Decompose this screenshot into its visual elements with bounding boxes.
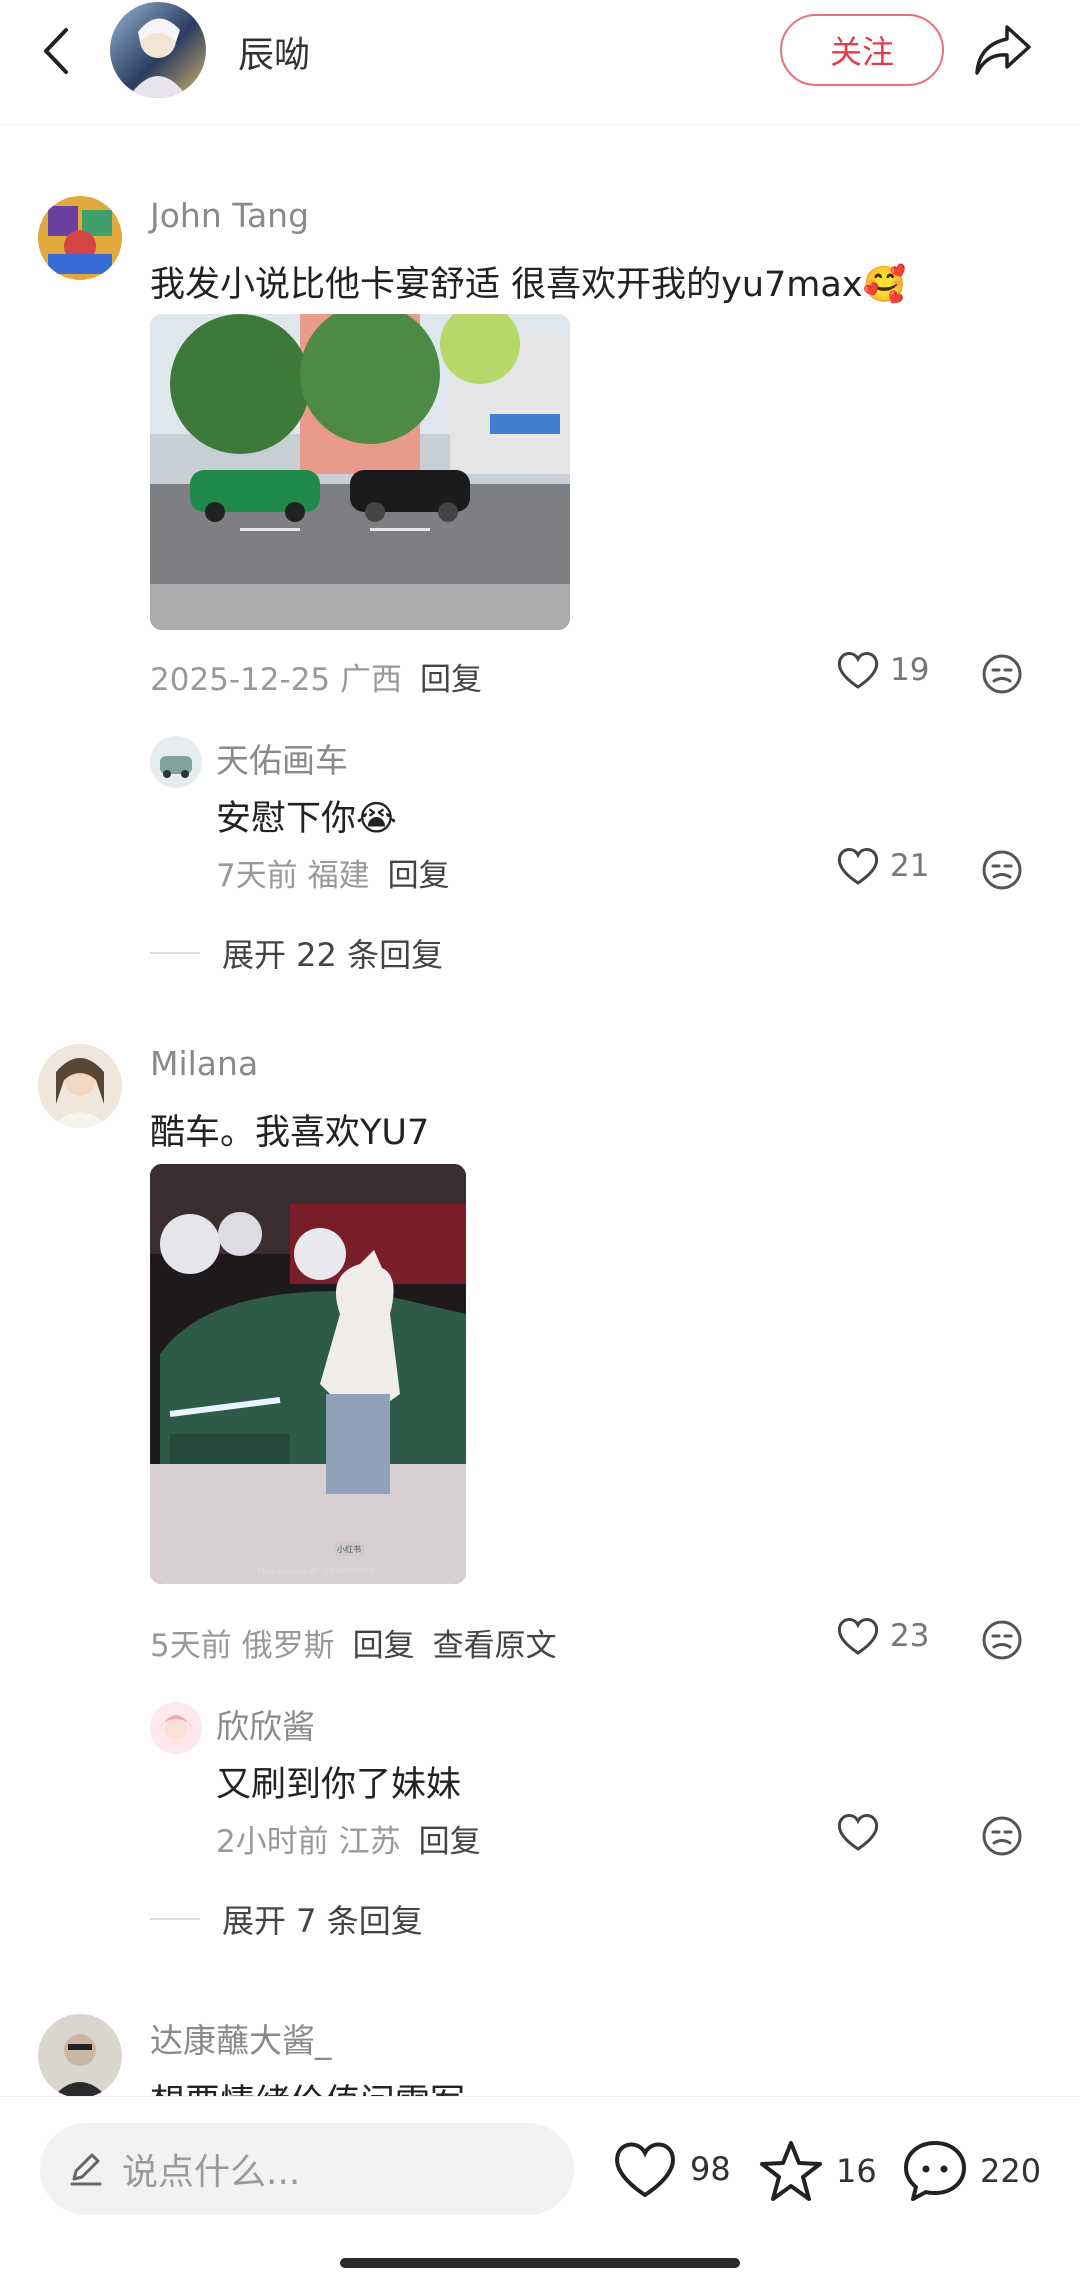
commenter-avatar[interactable] xyxy=(38,1044,122,1128)
comment-text[interactable]: 酷车。我喜欢YU7 xyxy=(150,1104,429,1155)
input-placeholder: 说点什么... xyxy=(122,2152,301,2193)
like-button[interactable] xyxy=(836,1812,890,1852)
comment-meta: 5天前 俄罗斯 回复 查看原文 xyxy=(150,1620,557,1665)
comment-input[interactable]: 说点什么... xyxy=(40,2123,574,2215)
top-bar: 辰呦 关注 xyxy=(0,0,1080,125)
reply-author[interactable]: 天佑画车 xyxy=(216,734,348,782)
heart-icon xyxy=(837,848,879,885)
author-name[interactable]: 辰呦 xyxy=(238,26,310,78)
reply-author[interactable]: 欣欣酱 xyxy=(216,1700,315,1748)
comment-image[interactable] xyxy=(150,314,570,630)
favorite-total: 16 xyxy=(836,2152,877,2190)
comment-total: 220 xyxy=(980,2152,1042,2190)
heart-icon xyxy=(615,2142,675,2198)
comment-bubble-icon xyxy=(904,2141,966,2201)
comment-date: 5天前 xyxy=(150,1628,232,1664)
image-id: Moe redsate ID: 3304905567 xyxy=(258,1567,375,1576)
dislike-face-icon[interactable] xyxy=(980,652,1024,696)
favorite-action[interactable]: 16 xyxy=(758,2139,877,2203)
reply-button[interactable]: 回复 xyxy=(388,858,450,894)
image-watermark: 小红书 xyxy=(337,1544,361,1554)
like-button[interactable]: 21 xyxy=(836,846,929,886)
reply-button[interactable]: 回复 xyxy=(419,1824,481,1860)
heart-icon xyxy=(837,1618,879,1655)
reply-time: 7天前 xyxy=(216,858,298,894)
follow-button[interactable]: 关注 xyxy=(780,14,944,86)
reply-meta: 2小时前 江苏 回复 xyxy=(216,1816,481,1861)
reply-button[interactable]: 回复 xyxy=(420,662,482,698)
star-icon xyxy=(760,2141,822,2201)
comment-location: 俄罗斯 xyxy=(241,1628,335,1664)
heart-icon xyxy=(837,1814,879,1851)
reply-location: 福建 xyxy=(307,858,370,894)
home-indicator xyxy=(340,2258,740,2268)
author-avatar[interactable] xyxy=(110,2,206,98)
emoji: 😭 xyxy=(356,799,397,839)
comment-image[interactable]: 小红书 Moe redsate ID: 3304905567 xyxy=(150,1164,466,1584)
emoji: 🥰 xyxy=(862,265,907,305)
comment-location: 广西 xyxy=(340,662,403,698)
reply-button[interactable]: 回复 xyxy=(353,1628,415,1664)
pencil-icon xyxy=(70,2153,102,2186)
commenter-name[interactable]: 达康蘸大酱_ xyxy=(150,2014,332,2062)
like-count: 21 xyxy=(890,848,930,884)
heart-icon xyxy=(837,652,879,689)
like-count: 23 xyxy=(890,1618,930,1654)
back-button[interactable] xyxy=(30,26,80,76)
reply-meta: 7天前 福建 回复 xyxy=(216,850,450,895)
dislike-face-icon[interactable] xyxy=(980,1618,1024,1662)
dislike-face-icon[interactable] xyxy=(980,1814,1024,1858)
commenter-avatar[interactable] xyxy=(38,2014,122,2098)
commenter-avatar[interactable] xyxy=(38,196,122,280)
reply-avatar[interactable] xyxy=(150,736,202,788)
reply-text[interactable]: 又刷到你了妹妹 xyxy=(216,1756,461,1807)
reply-time: 2小时前 xyxy=(216,1824,329,1860)
comment-meta: 2025-12-25 广西 回复 xyxy=(150,654,482,699)
reply-location: 江苏 xyxy=(338,1824,401,1860)
dislike-face-icon[interactable] xyxy=(980,848,1024,892)
divider xyxy=(150,952,200,954)
expand-replies-button[interactable]: 展开 22 条回复 xyxy=(150,930,443,976)
view-original-button[interactable]: 查看原文 xyxy=(433,1628,557,1664)
commenter-name[interactable]: John Tang xyxy=(150,196,309,235)
share-icon xyxy=(975,25,1031,75)
share-button[interactable] xyxy=(970,20,1036,80)
chevron-left-icon xyxy=(44,28,68,74)
comment-action[interactable]: 220 xyxy=(902,2139,1041,2203)
like-total: 98 xyxy=(690,2150,731,2188)
comment-text[interactable]: 我发小说比他卡宴舒适 很喜欢开我的yu7max🥰 xyxy=(150,256,906,307)
reply-text[interactable]: 安慰下你😭 xyxy=(216,790,397,841)
expand-replies-button[interactable]: 展开 7 条回复 xyxy=(150,1896,423,1942)
divider xyxy=(150,1918,200,1920)
like-button[interactable]: 23 xyxy=(836,1616,929,1656)
commenter-name[interactable]: Milana xyxy=(150,1044,258,1083)
comment-date: 2025-12-25 xyxy=(150,662,331,698)
reply-avatar[interactable] xyxy=(150,1702,202,1754)
like-count: 19 xyxy=(890,652,930,688)
like-action[interactable]: 98 xyxy=(612,2139,731,2199)
like-button[interactable]: 19 xyxy=(836,650,929,690)
